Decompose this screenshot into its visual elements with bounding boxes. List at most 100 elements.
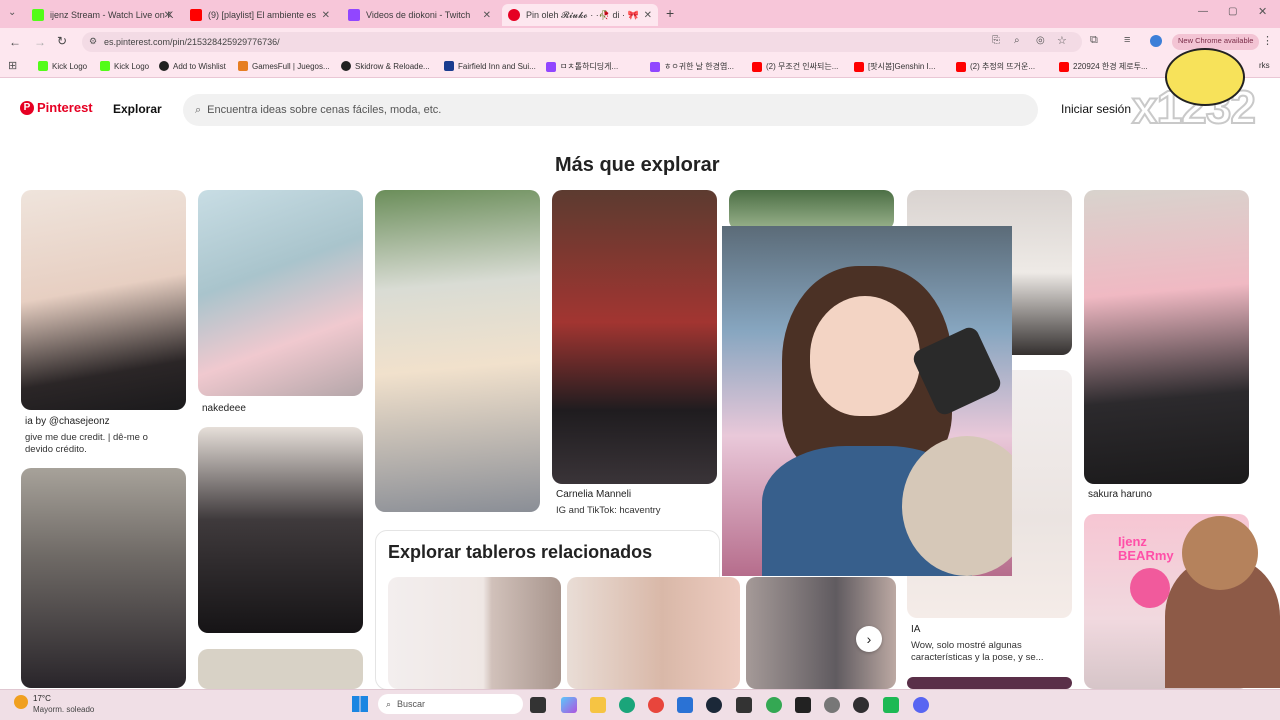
bookmark-item[interactable]: 220924 한경 제로투...: [1059, 61, 1148, 72]
bookmark-item[interactable]: Kick Logo: [100, 61, 149, 71]
board-thumbnail[interactable]: [388, 577, 561, 689]
menu-icon[interactable]: ⋮: [1262, 34, 1273, 47]
tab-search-icon[interactable]: ⌄: [8, 7, 16, 18]
windows-start-icon[interactable]: [352, 696, 368, 712]
reload-icon[interactable]: ↻: [57, 34, 67, 48]
epic-games-icon[interactable]: [795, 697, 811, 713]
bookmark-item[interactable]: ㅎㅇ귀한 날 한경엽...: [650, 61, 734, 72]
terminal-icon[interactable]: [736, 697, 752, 713]
copilot-icon[interactable]: [561, 697, 577, 713]
bookmark-item[interactable]: Kick Logo: [38, 61, 87, 71]
chrome-icon[interactable]: [648, 697, 664, 713]
zoom-icon[interactable]: ⌕: [1014, 35, 1020, 46]
chick-sticker: [1165, 48, 1245, 106]
steam-icon[interactable]: [706, 697, 722, 713]
bookmark-item[interactable]: Fairfield Inn and Sui...: [444, 61, 536, 71]
pin-caption-desc: IG and TikTok: hcaventry: [556, 505, 661, 516]
star-icon[interactable]: ☆: [1057, 34, 1067, 47]
close-icon[interactable]: ✕: [322, 10, 330, 21]
bookmark-item[interactable]: Skidrow & Reloade...: [341, 61, 430, 71]
pin-card[interactable]: [907, 677, 1072, 689]
tab-youtube[interactable]: (9) [playlist] El ambiente es ✕: [184, 4, 336, 26]
address-bar[interactable]: ⚙ es.pinterest.com/pin/21532842592977673…: [82, 32, 1082, 52]
search-input[interactable]: ⌕ Encuentra ideas sobre cenas fáciles, m…: [183, 94, 1038, 126]
bookmark-label: Kick Logo: [114, 61, 150, 71]
pin-caption-desc: give me due credit. | dê-me o: [25, 432, 148, 443]
pin-card[interactable]: [552, 190, 717, 484]
chrome-alt-icon[interactable]: [766, 697, 782, 713]
bear-sticker: [1182, 516, 1258, 590]
steam-icon: [159, 61, 169, 71]
bookmark-item[interactable]: [팟시봄]Genshin I...: [854, 61, 935, 72]
pin-card[interactable]: [198, 649, 363, 689]
site-info-icon[interactable]: ⚙: [89, 36, 97, 47]
tab-pinterest[interactable]: Pin oleh 𝓡𝓲𝓾𝓴𝓸 · ·🥀 di · 🎀 ✕: [502, 4, 658, 26]
board-thumbnail[interactable]: [567, 577, 740, 689]
media-icon[interactable]: ≡: [1124, 34, 1130, 46]
weather-icon[interactable]: [14, 695, 28, 709]
back-icon[interactable]: ←: [9, 35, 21, 49]
explore-link[interactable]: Explorar: [113, 102, 162, 116]
extensions-icon[interactable]: ⧉: [1090, 34, 1098, 47]
bookmark-item[interactable]: Add to Wishlist: [159, 61, 226, 71]
new-chrome-badge[interactable]: New Chrome available: [1172, 34, 1260, 50]
more-bookmarks[interactable]: rks: [1259, 61, 1270, 70]
new-tab-button[interactable]: +: [666, 5, 674, 21]
pin-card[interactable]: [21, 190, 186, 410]
close-icon[interactable]: ✕: [644, 10, 652, 21]
close-window-icon[interactable]: ✕: [1258, 5, 1267, 18]
pin-card[interactable]: [729, 190, 894, 230]
discord-taskbar-icon[interactable]: [913, 697, 929, 713]
pinterest-logo[interactable]: P Pinterest: [20, 100, 93, 115]
bookmark-item[interactable]: GamesFull | Juegos...: [238, 61, 330, 71]
pin-card[interactable]: [21, 468, 186, 688]
next-boards-button[interactable]: ›: [856, 626, 882, 652]
task-view-icon[interactable]: [530, 697, 546, 713]
bookmark-label: Fairfield Inn and Sui...: [458, 61, 536, 71]
pin-caption-title[interactable]: nakedeee: [202, 403, 246, 414]
eye-off-icon[interactable]: ◎: [1036, 35, 1045, 46]
spotify-like-icon[interactable]: [883, 697, 899, 713]
chevron-right-icon: ›: [866, 631, 872, 647]
edge-icon[interactable]: [619, 697, 635, 713]
tab-kick[interactable]: ijenz Stream - Watch Live on K ✕: [26, 4, 178, 26]
tab-twitch[interactable]: Videos de diokoni - Twitch ✕: [342, 4, 497, 26]
taskbar-search[interactable]: ⌕ Buscar: [378, 694, 523, 714]
bookmark-item[interactable]: (2) 무조건 인싸되는...: [752, 61, 838, 72]
pin-card[interactable]: [375, 190, 540, 512]
youtube-icon: [1059, 61, 1069, 72]
bookmark-label: ㅎㅇ귀한 날 한경엽...: [664, 62, 734, 71]
close-icon[interactable]: ✕: [483, 10, 491, 21]
bookmark-item[interactable]: ㅁㅊ톨하디딩게...: [546, 61, 618, 72]
pin-card[interactable]: [198, 427, 363, 633]
tab-title: Videos de diokoni - Twitch: [366, 10, 471, 20]
bookmark-label: Add to Wishlist: [173, 61, 226, 71]
discord-icon: [1130, 568, 1170, 608]
file-explorer-icon[interactable]: [590, 697, 606, 713]
close-icon[interactable]: ✕: [164, 10, 172, 21]
bearmy-sticker-text: Ijenz BEARmy: [1118, 534, 1174, 563]
store-icon[interactable]: [677, 697, 693, 713]
pin-caption-title[interactable]: Carnelia Manneli: [556, 489, 631, 500]
pin-caption-title[interactable]: sakura haruno: [1088, 489, 1152, 500]
profile-avatar[interactable]: [1150, 35, 1162, 47]
youtube-icon: [190, 9, 202, 21]
obs-icon[interactable]: [853, 697, 869, 713]
minimize-icon[interactable]: —: [1198, 6, 1208, 17]
bookmark-item[interactable]: (2) 추정의 뜨거운...: [956, 61, 1035, 72]
search-icon: ⌕: [195, 103, 202, 116]
maximize-icon[interactable]: ▢: [1228, 6, 1237, 17]
bookmark-label: (2) 추정의 뜨거운...: [970, 62, 1036, 71]
youtube-icon: [956, 61, 966, 72]
apps-icon[interactable]: ⊞: [8, 59, 17, 72]
forward-icon[interactable]: →: [34, 35, 46, 49]
settings-icon[interactable]: [824, 697, 840, 713]
pin-caption-title[interactable]: ia by @chasejeonz: [25, 416, 110, 427]
bookmark-label: GamesFull | Juegos...: [252, 61, 330, 71]
pin-caption-desc: devido crédito.: [25, 444, 87, 455]
login-button[interactable]: Iniciar sesión: [1061, 102, 1131, 116]
pin-caption-title[interactable]: IA: [911, 624, 920, 635]
install-icon[interactable]: ⎘: [992, 35, 1000, 46]
pin-card[interactable]: [198, 190, 363, 396]
pin-card[interactable]: [1084, 190, 1249, 484]
